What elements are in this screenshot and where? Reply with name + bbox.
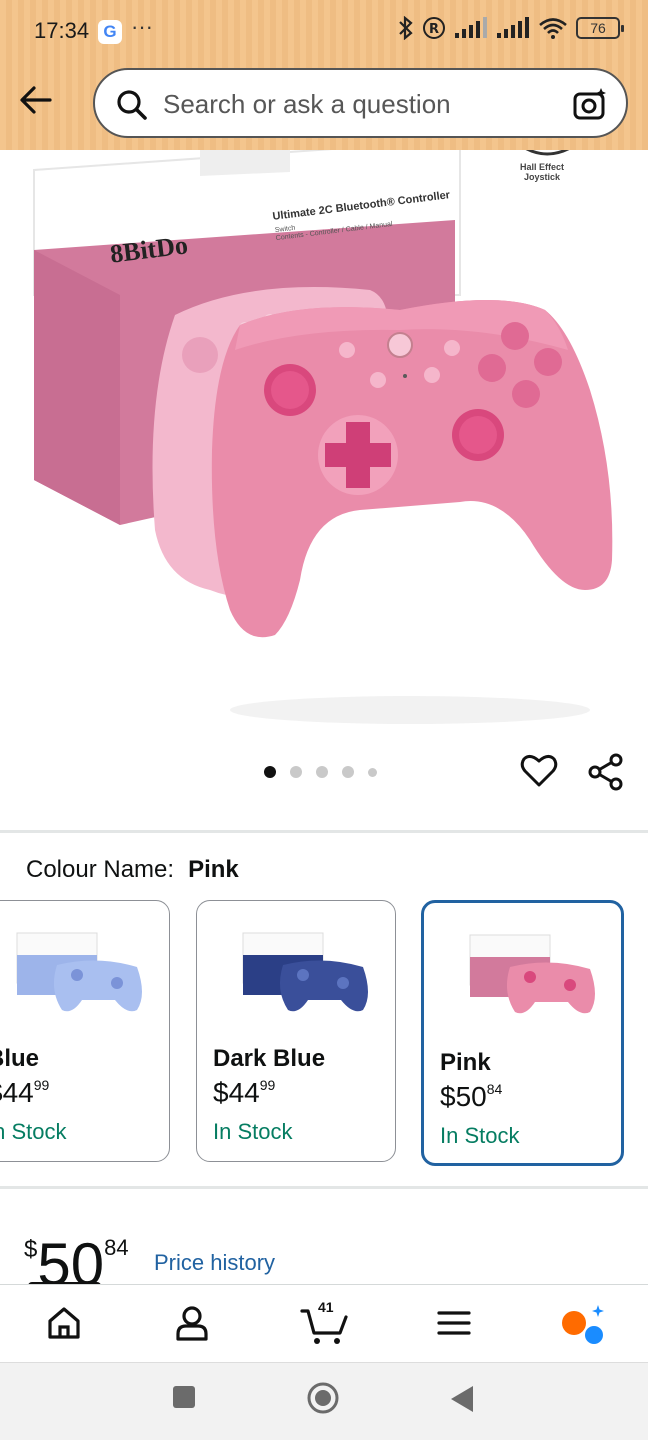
google-icon: G	[98, 20, 122, 44]
status-icons: R 76	[398, 16, 624, 40]
nav-cart[interactable]: 41	[300, 1299, 350, 1347]
menu-icon	[437, 1311, 471, 1335]
camera-search-icon[interactable]	[572, 86, 608, 122]
home-icon	[48, 1307, 80, 1339]
system-nav-bar	[0, 1362, 648, 1440]
svg-text:R: R	[429, 22, 439, 37]
home-circle-icon[interactable]	[306, 1381, 340, 1415]
swatch-price-whole: 44	[2, 1077, 34, 1108]
pager-dot-2[interactable]	[290, 766, 302, 778]
nav-account[interactable]	[172, 1303, 216, 1347]
colour-name-value: Pink	[188, 856, 239, 883]
share-button[interactable]	[587, 752, 625, 797]
price-currency: $	[24, 1236, 38, 1263]
swatch-blue[interactable]: Blue $4499 In Stock	[0, 900, 170, 1162]
swatch-stock: In Stock	[0, 1119, 67, 1144]
back-triangle-icon[interactable]	[450, 1385, 474, 1413]
swatch-price-cents: 84	[486, 1081, 503, 1097]
price-cents: 84	[104, 1235, 129, 1260]
registered-icon: R	[423, 17, 445, 39]
more-notifications-icon: ···	[131, 14, 153, 39]
pager-dot-5[interactable]	[368, 767, 377, 777]
wishlist-button[interactable]	[520, 752, 558, 795]
swatch-pink[interactable]: Pink $5084 In Stock	[421, 900, 624, 1166]
pager-dot-3[interactable]	[316, 766, 328, 778]
hall-effect-badge: Hall Effect Joystick	[520, 162, 565, 182]
swatch-name: Blue	[0, 1045, 40, 1072]
price-history-link[interactable]: Price history	[154, 1250, 275, 1276]
product-photo	[33, 150, 613, 724]
nav-home[interactable]	[44, 1303, 88, 1347]
bluetooth-icon	[399, 16, 413, 40]
rufus-assistant-icon	[562, 1305, 604, 1344]
pager-dot-4[interactable]	[342, 766, 354, 778]
swatch-price: $5084	[440, 1081, 503, 1112]
search-icon	[117, 90, 147, 120]
product-image[interactable]: 8BitDo Ultimate 2C Bluetooth® Controller…	[0, 150, 648, 750]
swatch-thumb-dark-blue	[242, 932, 368, 1012]
section-divider	[0, 1186, 648, 1189]
recents-icon[interactable]	[172, 1385, 196, 1409]
nav-rufus[interactable]	[558, 1303, 604, 1347]
swatch-thumb-pink	[469, 934, 595, 1014]
search-input[interactable]	[163, 86, 563, 122]
cart-count: 41	[318, 1299, 334, 1315]
nav-menu[interactable]	[434, 1303, 478, 1347]
swatch-dark-blue[interactable]: Dark Blue $4499 In Stock	[196, 900, 396, 1162]
section-divider	[0, 830, 648, 833]
swatch-stock: In Stock	[440, 1123, 520, 1148]
back-arrow-icon	[20, 86, 52, 114]
colour-name-title: Colour Name:	[26, 856, 175, 883]
signal-icon-2	[497, 17, 529, 38]
swatch-name: Dark Blue	[213, 1045, 326, 1072]
pager-dot-1[interactable]	[264, 766, 276, 778]
swatch-price-whole: 44	[228, 1077, 260, 1108]
swatch-price-whole: 50	[455, 1081, 487, 1112]
swatch-stock: In Stock	[213, 1119, 293, 1144]
battery-icon: 76	[576, 17, 624, 39]
heart-icon	[520, 754, 558, 787]
share-icon	[588, 753, 623, 791]
signal-icon	[455, 17, 487, 38]
search-bar[interactable]	[93, 68, 628, 138]
swatch-price: $4499	[0, 1077, 49, 1109]
swatch-price-cents: 99	[33, 1077, 50, 1093]
wifi-icon	[539, 18, 567, 39]
image-pager[interactable]	[264, 766, 377, 778]
status-bar: 17:34 G ··· R 76	[0, 0, 648, 62]
person-icon	[176, 1306, 208, 1341]
status-time: 17:34	[34, 18, 90, 43]
colour-name-label: Colour Name: Pink	[26, 856, 239, 884]
back-button[interactable]	[18, 82, 58, 118]
swatch-price: $4499	[213, 1077, 276, 1108]
swatch-thumb-blue	[16, 932, 142, 1012]
swatch-name: Pink	[440, 1049, 491, 1076]
swatch-price-cents: 99	[259, 1077, 276, 1093]
bottom-nav: 41	[0, 1284, 648, 1364]
